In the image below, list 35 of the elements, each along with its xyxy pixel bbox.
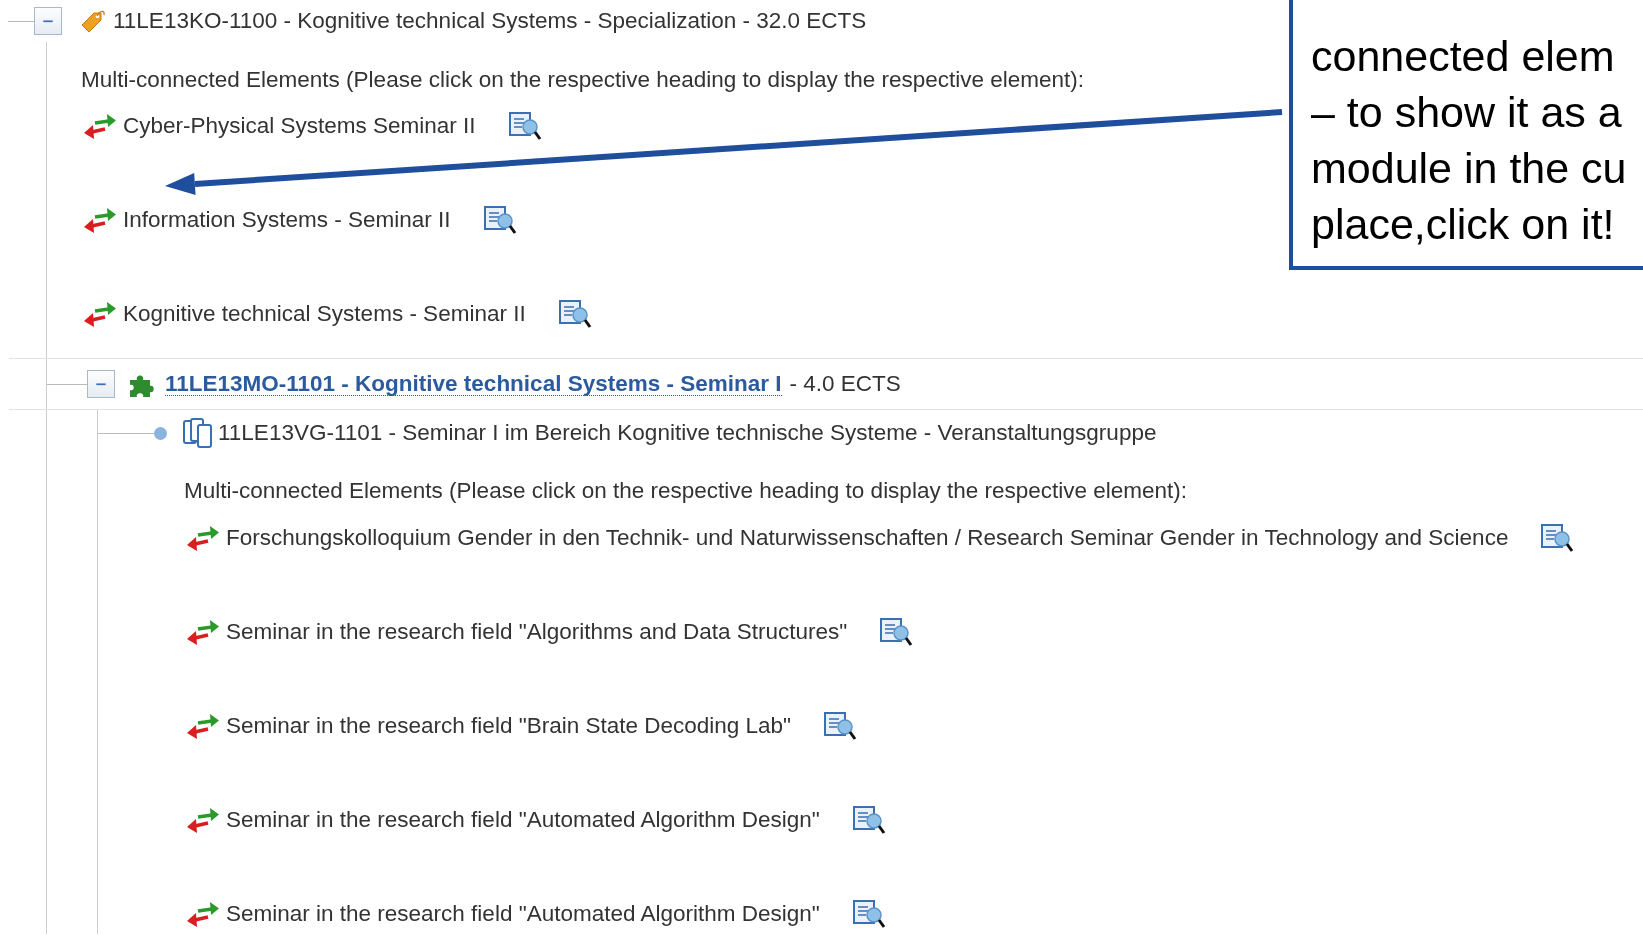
connected-element-link[interactable]: Information Systems - Seminar II [123,208,451,232]
connected-element-link[interactable]: Seminar in the research field "Automated Algorithm Design" [226,808,820,832]
transfer-arrows-icon [83,111,117,141]
connected-element-link[interactable]: Cyber-Physical Systems Seminar II [123,114,476,138]
callout-text: place,click on it! [1311,199,1616,250]
document-search-icon[interactable] [851,804,888,836]
multi-connected-note: Multi-connected Elements (Please click on the respective heading to display the respective element): [80,66,1085,94]
transfer-arrows-icon [186,899,220,929]
connected-element-link[interactable]: Seminar in the research field "Brain State Decoding Lab" [226,714,792,738]
transfer-arrows-icon [186,617,220,647]
module-link[interactable]: 11LE13MO-1101 - Kognitive technical Systems - Seminar I [165,372,782,396]
connected-element-link[interactable]: Forschungskolloquium Gender in den Technik- und Naturwissenschaften / Research Seminar Gender in Technology and Science [226,526,1509,550]
module-credits: - 4.0 ECTS [789,372,901,396]
document-search-icon[interactable] [482,204,519,236]
connected-element-link[interactable]: Kognitive technical Systems - Seminar II [123,302,526,326]
transfer-arrows-icon [83,205,117,235]
callout-text: – to show it as a [1311,87,1623,138]
document-search-icon[interactable] [507,110,544,142]
callout-text: module in the cu [1311,143,1628,194]
books-icon [182,417,214,449]
transfer-arrows-icon [186,711,220,741]
course-group-title: 11LE13VG-1101 - Seminar I im Bereich Kognitive technische Systeme - Veranstaltungsgruppe [218,421,1157,445]
transfer-arrows-icon [186,805,220,835]
transfer-arrows-icon [186,523,220,553]
document-search-icon[interactable] [557,298,594,330]
document-search-icon[interactable] [851,898,888,930]
connected-element-link[interactable]: Seminar in the research field "Algorithms and Data Structures" [226,620,848,644]
multi-connected-note: Multi-connected Elements (Please click on the respective heading to display the respective element): [183,477,1188,505]
collapse-toggle[interactable] [87,370,115,398]
specialization-title: 11LE13KO-1100 - Kognitive technical Systems - Specialization - 32.0 ECTS [113,9,867,33]
bullet-dot [154,426,167,440]
callout-text: connected elem [1311,31,1616,82]
transfer-arrows-icon [83,299,117,329]
connected-element-link[interactable]: Seminar in the research field "Automated Algorithm Design" [226,902,820,926]
collapse-toggle[interactable] [34,7,62,35]
